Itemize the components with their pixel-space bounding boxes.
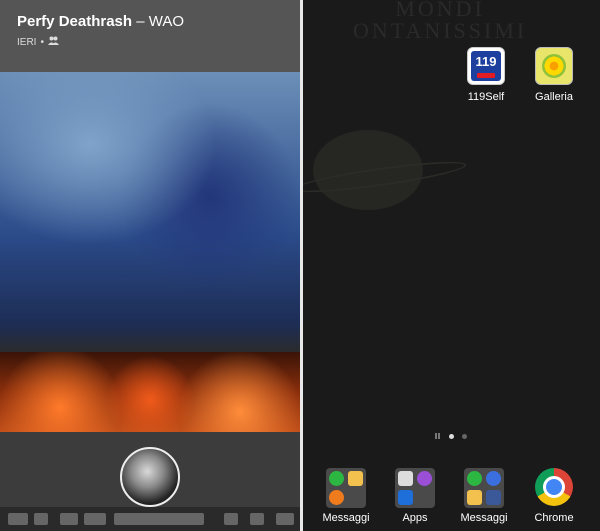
- wallpaper-text: MONDI ONTANISSIMI: [353, 0, 528, 43]
- post-header: Perfy Deathrash – WAO IERI •: [0, 0, 300, 72]
- tim-119-icon: 119: [467, 47, 505, 85]
- facebook-post-panel: Perfy Deathrash – WAO IERI •: [0, 0, 300, 531]
- meta-dot: •: [40, 36, 44, 48]
- control-icon[interactable]: [8, 513, 28, 525]
- post-author[interactable]: Perfy Deathrash: [17, 13, 132, 30]
- app-galleria[interactable]: Galleria: [519, 47, 589, 103]
- control-icon[interactable]: [60, 513, 78, 525]
- video-controls-bar: [0, 507, 300, 531]
- post-meta: IERI •: [17, 36, 59, 48]
- dock-label: Apps: [402, 512, 428, 524]
- post-caption: WAO: [148, 13, 185, 30]
- photo-fire-area: [0, 352, 300, 432]
- page-dot-active[interactable]: [449, 433, 454, 439]
- control-icon[interactable]: [84, 513, 106, 525]
- title-separator: –: [136, 13, 145, 30]
- folder-icon: [395, 468, 435, 508]
- control-icon[interactable]: [276, 513, 294, 525]
- friends-icon: [47, 36, 59, 48]
- folder-icon: [464, 468, 504, 508]
- dock-folder-apps[interactable]: Apps: [380, 468, 450, 524]
- folder-icon: [326, 468, 366, 508]
- post-time[interactable]: IERI: [17, 37, 36, 48]
- page-dot[interactable]: [462, 433, 467, 439]
- post-title[interactable]: Perfy Deathrash – WAO: [17, 13, 184, 30]
- app-label: Galleria: [535, 91, 573, 103]
- control-icon[interactable]: [224, 513, 238, 525]
- dock: Messaggi Apps Messaggi Chrome: [303, 460, 600, 531]
- chat-head-avatar[interactable]: [120, 447, 180, 507]
- dock-label: Messaggi: [460, 512, 508, 524]
- control-icon[interactable]: [34, 513, 48, 525]
- dock-folder-messaggi-2[interactable]: Messaggi: [449, 468, 519, 524]
- home-screen-panel: MONDI ONTANISSIMI 119 119Self Galleria M…: [303, 0, 600, 531]
- app-label: 119Self: [467, 91, 505, 103]
- post-photo[interactable]: [0, 72, 300, 432]
- chrome-icon: [535, 468, 573, 506]
- home-grid-icon[interactable]: [435, 433, 441, 439]
- control-icon[interactable]: [250, 513, 264, 525]
- progress-track[interactable]: [114, 513, 204, 525]
- dock-label: Chrome: [534, 512, 574, 524]
- dock-label: Messaggi: [322, 512, 370, 524]
- page-indicator[interactable]: [435, 433, 467, 439]
- app-119self[interactable]: 119 119Self: [451, 47, 521, 103]
- gallery-icon: [535, 47, 573, 85]
- dock-app-chrome[interactable]: Chrome: [519, 468, 589, 524]
- dock-folder-messaggi[interactable]: Messaggi: [311, 468, 381, 524]
